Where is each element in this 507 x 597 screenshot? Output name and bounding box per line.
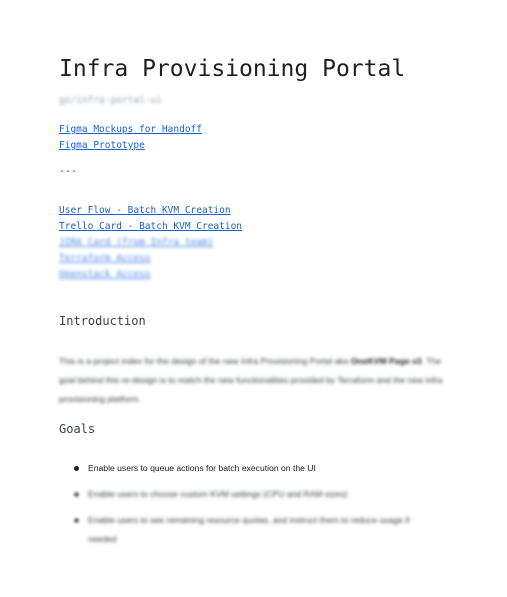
jira-card-link[interactable]: JIRA Card (from Infra team): [59, 237, 213, 248]
list-item: JIRA Card (from Infra team): [59, 233, 242, 249]
secondary-link-list: User Flow - Batch KVM Creation Trello Ca…: [59, 201, 242, 281]
goal-text: Enable users to see remaining resource q…: [88, 515, 410, 544]
goal-text: Enable users to choose custom KVM settin…: [88, 489, 348, 499]
list-item: User Flow - Batch KVM Creation: [59, 201, 242, 217]
divider: ---: [59, 166, 78, 177]
intro-text-bold: OneKVM Page v3: [350, 356, 422, 366]
bullet-icon: [74, 518, 79, 523]
list-item: Figma Prototype: [59, 136, 202, 152]
introduction-paragraph: This is a project index for the design o…: [59, 352, 449, 409]
figma-mockups-link[interactable]: Figma Mockups for Handoff: [59, 124, 202, 135]
bullet-icon: [74, 466, 79, 471]
list-item: Figma Mockups for Handoff: [59, 120, 202, 136]
primary-link-list: Figma Mockups for Handoff Figma Prototyp…: [59, 120, 202, 152]
user-flow-link[interactable]: User Flow - Batch KVM Creation: [59, 205, 231, 216]
terraform-access-link[interactable]: Terraform Access: [59, 253, 151, 264]
bullet-icon: [74, 492, 79, 497]
goal-item: Enable users to see remaining resource q…: [59, 511, 459, 549]
openstack-access-link[interactable]: Openstack Access: [59, 269, 151, 280]
introduction-heading: Introduction: [59, 314, 146, 328]
goals-heading: Goals: [59, 422, 96, 436]
goals-list: Enable users to queue actions for batch …: [59, 459, 459, 556]
trello-card-link[interactable]: Trello Card - Batch KVM Creation: [59, 221, 242, 232]
page-title: Infra Provisioning Portal: [59, 56, 406, 82]
figma-prototype-link[interactable]: Figma Prototype: [59, 140, 145, 151]
goal-item: Enable users to choose custom KVM settin…: [59, 485, 459, 504]
goal-text: Enable users to queue actions for batch …: [88, 463, 316, 473]
page-subtitle: go/infra-portal-ui: [59, 95, 162, 106]
list-item: Openstack Access: [59, 265, 242, 281]
intro-text-start: This is a project index for the design o…: [59, 356, 351, 366]
goal-item: Enable users to queue actions for batch …: [59, 459, 459, 478]
list-item: Trello Card - Batch KVM Creation: [59, 217, 242, 233]
list-item: Terraform Access: [59, 249, 242, 265]
